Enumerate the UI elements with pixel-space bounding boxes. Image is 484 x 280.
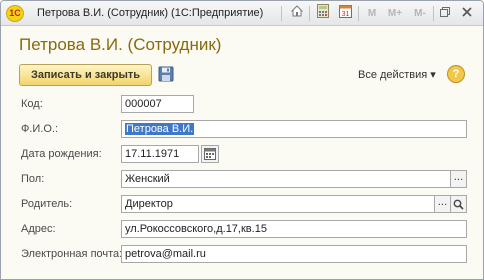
app-window: 1С Петрова В.И. (Сотрудник) (1С:Предприя…	[0, 0, 484, 280]
app-logo-icon[interactable]: 1С	[6, 5, 24, 22]
birthdate-input[interactable]: 17.11.1971	[121, 145, 199, 163]
svg-text:31: 31	[341, 11, 349, 18]
window-title: Петрова В.И. (Сотрудник) (1С:Предприятие…	[37, 7, 264, 19]
parent-select-button[interactable]: ...	[434, 195, 451, 213]
help-button[interactable]: ?	[447, 65, 465, 83]
email-input[interactable]: petrova@mail.ru	[121, 245, 467, 263]
fio-input[interactable]: Петрова В.И.	[121, 120, 467, 138]
address-label: Адрес:	[21, 223, 56, 235]
all-actions-menu[interactable]: Все действия ▾	[358, 68, 436, 81]
calendar-icon[interactable]: 31	[336, 4, 354, 23]
toolbar-separator	[358, 6, 359, 21]
memory-plus-button[interactable]: M+	[384, 4, 406, 23]
search-icon[interactable]	[450, 195, 467, 213]
toolbar-separator	[309, 6, 310, 21]
gender-select-button[interactable]: ...	[450, 170, 467, 188]
fio-value: Петрова В.И.	[125, 123, 195, 135]
calendar-picker-icon[interactable]	[201, 145, 219, 163]
save-icon[interactable]	[158, 66, 174, 82]
page-title: Петрова В.И. (Сотрудник)	[19, 35, 222, 54]
restore-icon[interactable]	[438, 4, 452, 23]
toolbar-separator	[433, 6, 434, 21]
memory-button[interactable]: M	[365, 4, 379, 23]
parent-label: Родитель:	[21, 198, 73, 210]
title-bar: 1С Петрова В.И. (Сотрудник) (1С:Предприя…	[1, 1, 483, 26]
close-icon[interactable]	[460, 4, 474, 23]
code-label: Код:	[21, 98, 43, 110]
email-label: Электронная почта:	[21, 248, 123, 260]
parent-input[interactable]: Директор	[121, 195, 435, 213]
toolbar-separator	[281, 6, 282, 21]
fio-label: Ф.И.О.:	[21, 123, 59, 135]
gender-input[interactable]: Женский	[121, 170, 451, 188]
address-input[interactable]: ул.Рокоссовского,д.17,кв.15	[121, 220, 467, 238]
code-input[interactable]: 000007	[121, 95, 194, 113]
save-and-close-button[interactable]: Записать и закрыть	[19, 64, 152, 86]
memory-minus-button[interactable]: M-	[411, 4, 429, 23]
home-icon[interactable]	[288, 4, 306, 23]
calculator-icon[interactable]	[314, 4, 332, 23]
birthdate-label: Дата рождения:	[21, 148, 102, 160]
gender-label: Пол:	[21, 173, 45, 185]
